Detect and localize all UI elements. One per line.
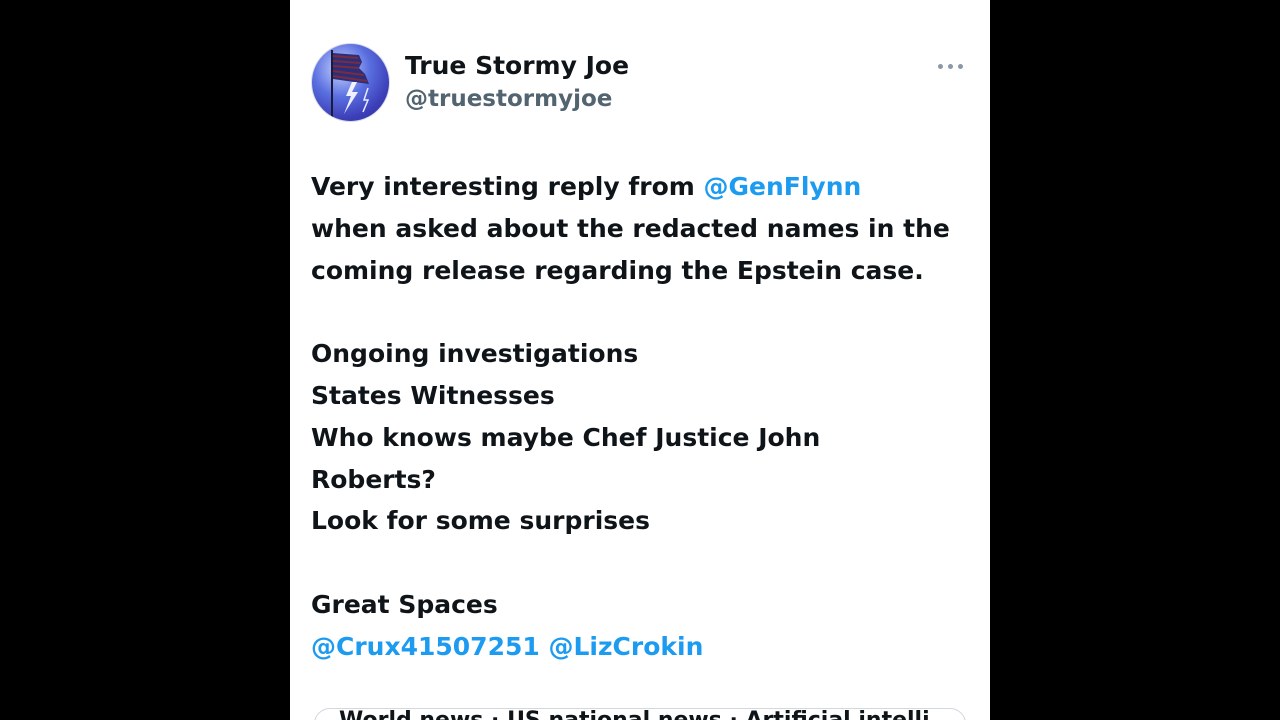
more-dot — [948, 64, 953, 69]
link-preview-card[interactable]: World news · US national news · Artifici… — [314, 708, 966, 720]
more-horizontal-icon[interactable] — [936, 54, 968, 78]
tweet-line: States Witnesses — [311, 380, 555, 410]
tweet-text: Very interesting reply from @GenFlynn wh… — [311, 166, 981, 668]
display-name[interactable]: True Stormy Joe — [405, 50, 629, 82]
tweet-line: Look for some surprises — [311, 506, 650, 536]
tweet-line: Ongoing investigations — [311, 339, 639, 369]
flag-lightning-avatar-icon — [331, 50, 370, 121]
tweet-line: Who knows maybe Chef Justice John — [311, 422, 821, 452]
tweet-card: True Stormy Joe @truestormyjoe Very inte… — [290, 0, 990, 720]
more-dot — [958, 64, 963, 69]
tweet-line-text: Very interesting reply from — [311, 172, 704, 201]
more-dot — [938, 64, 943, 69]
mention-link-crux[interactable]: @Crux41507251 — [311, 632, 540, 661]
mention-link-lizcrokin[interactable]: @LizCrokin — [548, 632, 703, 661]
avatar[interactable] — [311, 43, 390, 122]
mention-link-genflynn[interactable]: @GenFlynn — [704, 172, 862, 201]
link-preview-text: World news · US national news · Artifici… — [339, 709, 930, 720]
user-handle[interactable]: @truestormyjoe — [405, 83, 612, 115]
tweet-line: Great Spaces — [311, 589, 498, 619]
tweet-line: coming release regarding the Epstein cas… — [311, 255, 924, 285]
tweet-line: when asked about the redacted names in t… — [311, 213, 950, 243]
tweet-line: Roberts? — [311, 464, 436, 494]
screen: True Stormy Joe @truestormyjoe Very inte… — [0, 0, 1280, 720]
tweet-line: Very interesting reply from @GenFlynn — [311, 166, 981, 208]
tweet-line: @Crux41507251 @LizCrokin — [311, 626, 981, 668]
